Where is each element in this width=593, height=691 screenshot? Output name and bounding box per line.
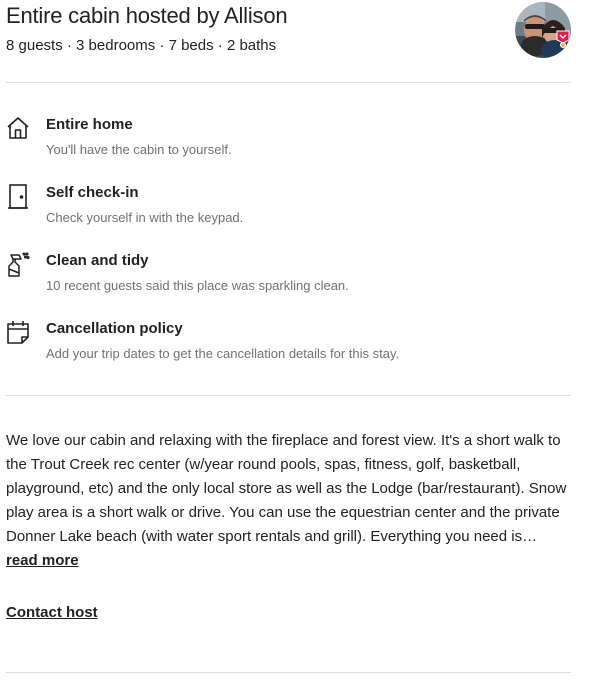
listing-summary: 8 guests · 3 bedrooms · 7 beds · 2 baths [6, 37, 277, 54]
superhost-badge-icon [556, 30, 570, 48]
calendar-icon [6, 319, 30, 345]
home-icon [6, 115, 30, 141]
listing-description: We love our cabin and relaxing with the … [6, 396, 571, 573]
highlight-subtitle: Add your trip dates to get the cancellat… [46, 346, 400, 361]
listing-header: Entire cabin hosted by Allison 8 guests … [6, 0, 571, 82]
highlight-title: Clean and tidy [46, 252, 149, 269]
door-icon [6, 183, 30, 209]
read-more-link[interactable]: read more [6, 552, 79, 569]
highlight-entire-home: Entire home You'll have the cabin to you… [6, 115, 571, 183]
highlight-subtitle: Check yourself in with the keypad. [46, 210, 244, 225]
highlight-title: Cancellation policy [46, 320, 183, 337]
spray-bottle-icon [6, 251, 30, 277]
highlight-subtitle: You'll have the cabin to yourself. [46, 142, 232, 157]
highlight-clean-and-tidy: Clean and tidy 10 recent guests said thi… [6, 251, 571, 319]
description-text: We love our cabin and relaxing with the … [6, 432, 567, 545]
highlight-subtitle: 10 recent guests said this place was spa… [46, 278, 349, 293]
listing-title: Entire cabin hosted by Allison [6, 3, 288, 28]
highlight-title: Entire home [46, 116, 133, 133]
highlight-cancellation-policy: Cancellation policy Add your trip dates … [6, 319, 571, 387]
section-divider [6, 672, 571, 673]
contact-host-link[interactable]: Contact host [6, 602, 98, 624]
highlight-title: Self check-in [46, 184, 139, 201]
listing-highlights: Entire home You'll have the cabin to you… [6, 83, 571, 395]
highlight-self-check-in: Self check-in Check yourself in with the… [6, 183, 571, 251]
